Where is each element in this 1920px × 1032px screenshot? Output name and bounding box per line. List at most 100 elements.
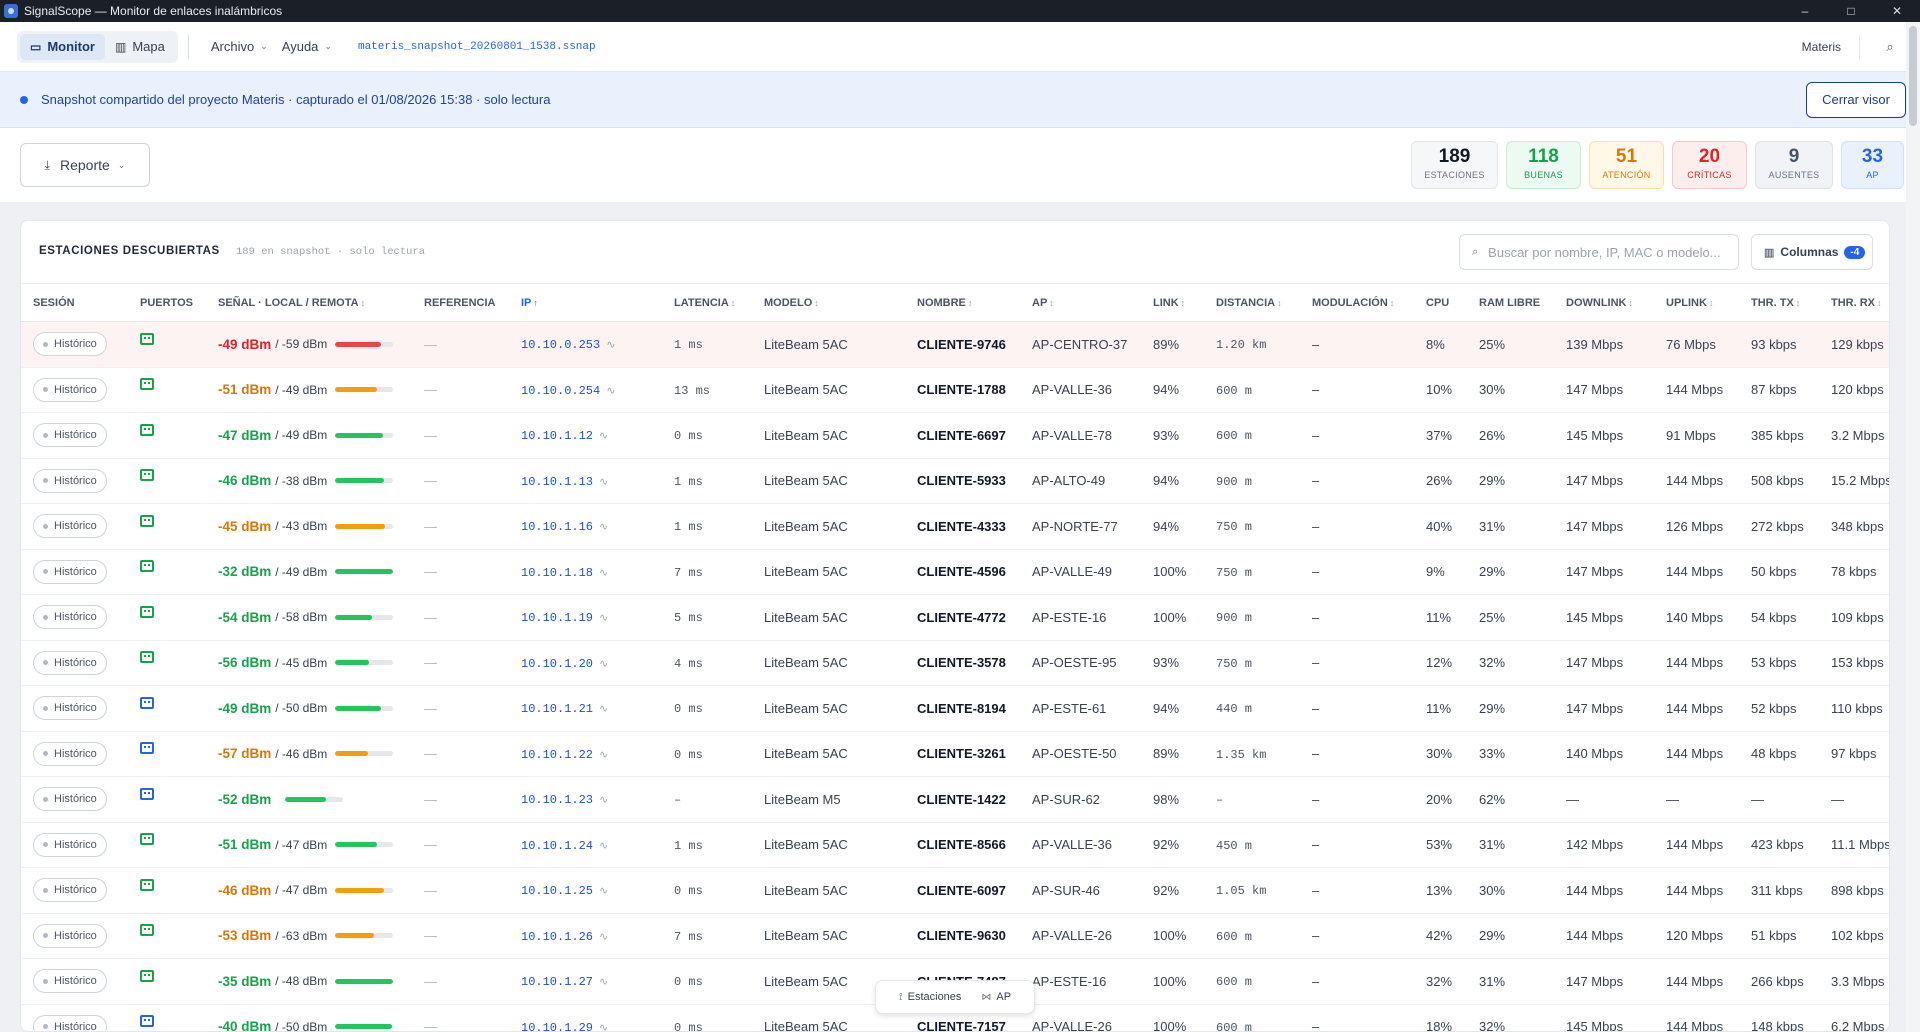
column-header[interactable]: DOWNLINK ↕ [1554, 283, 1654, 322]
history-button[interactable]: Histórico [33, 923, 107, 948]
user-name[interactable]: Materis [1784, 35, 1860, 59]
column-header[interactable]: THR. RX ↕ [1819, 283, 1889, 322]
ethernet-port-icon[interactable] [140, 696, 154, 709]
stat-stations[interactable]: 189 ESTACIONES [1411, 141, 1498, 189]
column-header[interactable]: LINK ↕ [1141, 283, 1204, 322]
stat-absent[interactable]: 9 AUSENTES [1755, 141, 1833, 189]
stat-critical[interactable]: 20 CRÍTICAS [1672, 141, 1747, 189]
column-header[interactable]: AP ↕ [1020, 283, 1141, 322]
ethernet-port-icon[interactable] [140, 833, 154, 846]
history-button[interactable]: Histórico [33, 605, 107, 630]
activity-icon[interactable]: ∿ [599, 566, 608, 579]
column-header[interactable]: LATENCIA ↕ [662, 283, 752, 322]
history-button[interactable]: Histórico [33, 514, 107, 539]
history-button[interactable]: Histórico [33, 377, 107, 402]
ethernet-port-icon[interactable] [140, 560, 154, 573]
activity-icon[interactable]: ∿ [599, 611, 608, 624]
history-button[interactable]: Histórico [33, 559, 107, 584]
column-header[interactable]: MODELO ↕ [752, 283, 905, 322]
history-button[interactable]: Histórico [33, 332, 107, 357]
ethernet-port-icon[interactable] [140, 514, 154, 527]
history-button[interactable]: Histórico [33, 650, 107, 675]
activity-icon[interactable]: ∿ [606, 338, 615, 351]
ethernet-port-icon[interactable] [140, 332, 154, 345]
station-search-input[interactable]: ⌕ Buscar por nombre, IP, MAC o modelo... [1459, 234, 1739, 270]
table-row[interactable]: Histórico -49 dBm / -59 dBm — 10.10.0.253 ∿ 1 … [21, 321, 1889, 368]
ethernet-port-icon[interactable] [140, 605, 154, 618]
table-row[interactable]: Histórico -46 dBm / -38 dBm — 10.10.1.13 ∿ 1 m… [21, 458, 1889, 504]
stat-ap[interactable]: 33 AP [1841, 141, 1904, 189]
activity-icon[interactable]: ∿ [599, 748, 608, 761]
column-header[interactable]: CPU [1414, 283, 1467, 322]
ethernet-port-icon[interactable] [140, 878, 154, 891]
map-view-button[interactable]: ▥ Mapa [105, 34, 175, 60]
activity-icon[interactable]: ∿ [599, 520, 608, 533]
activity-icon[interactable]: ∿ [599, 657, 608, 670]
history-button[interactable]: Histórico [33, 423, 107, 448]
close-icon[interactable]: ✕ [1874, 0, 1920, 22]
ethernet-port-icon[interactable] [140, 787, 154, 800]
minimize-icon[interactable]: – [1782, 0, 1828, 22]
column-header[interactable]: REFERENCIA [412, 283, 509, 322]
activity-icon[interactable]: ∿ [599, 1021, 608, 1031]
column-header[interactable]: SESIÓN [21, 283, 128, 322]
activity-icon[interactable]: ∿ [599, 475, 608, 488]
activity-icon[interactable]: ∿ [599, 702, 608, 715]
window-scrollbar[interactable] [1906, 22, 1920, 1032]
ethernet-port-icon[interactable] [140, 742, 154, 755]
column-header[interactable]: IP ↑ [509, 283, 662, 322]
history-button[interactable]: Histórico [33, 832, 107, 857]
history-button[interactable]: Histórico [33, 878, 107, 903]
stations-nav-button[interactable]: ⟟ Estaciones [899, 991, 962, 1003]
table-row[interactable]: Histórico -51 dBm / -49 dBm — 10.10.0.254 ∿ 13… [21, 367, 1889, 413]
help-menu[interactable]: Ayuda ⌄ [282, 39, 332, 54]
table-row[interactable]: Histórico -32 dBm / -49 dBm — 10.10.1.18 ∿ 7 m… [21, 549, 1889, 595]
table-row[interactable]: Histórico -51 dBm / -47 dBm — 10.10.1.24 ∿ 1 m… [21, 822, 1889, 868]
table-row[interactable]: Histórico -45 dBm / -43 dBm — 10.10.1.16 ∿ 1 m… [21, 503, 1889, 550]
column-header[interactable]: MODULACIÓN ↕ [1300, 283, 1414, 322]
activity-icon[interactable]: ∿ [599, 793, 608, 806]
close-viewer-button[interactable]: Cerrar visor [1806, 82, 1906, 118]
history-button[interactable]: Histórico [33, 969, 107, 994]
history-button[interactable]: Histórico [33, 468, 107, 493]
column-header[interactable]: DISTANCIA ↕ [1204, 283, 1300, 322]
table-row[interactable]: Histórico -47 dBm / -49 dBm — 10.10.1.12 ∿ 0 m… [21, 412, 1889, 459]
stat-attention[interactable]: 51 ATENCIÓN [1589, 141, 1664, 189]
history-button[interactable]: Histórico [33, 787, 107, 812]
column-header[interactable]: THR. TX ↕ [1739, 283, 1819, 322]
table-row[interactable]: Histórico -49 dBm / -50 dBm — 10.10.1.21 ∿ 0 m… [21, 685, 1889, 732]
ap-nav-button[interactable]: ⋈ AP [981, 991, 1011, 1003]
table-row[interactable]: Histórico -54 dBm / -58 dBm — 10.10.1.19 ∿ 5 m… [21, 594, 1889, 641]
monitor-view-button[interactable]: ▭ Monitor [20, 33, 105, 60]
ethernet-port-icon[interactable] [140, 924, 154, 937]
activity-icon[interactable]: ∿ [599, 884, 608, 897]
stat-good[interactable]: 118 BUENAS [1506, 141, 1581, 189]
history-button[interactable]: Histórico [33, 696, 107, 721]
column-header[interactable]: RAM LIBRE [1467, 283, 1554, 322]
ethernet-port-icon[interactable] [140, 469, 154, 482]
table-row[interactable]: Histórico -46 dBm / -47 dBm — 10.10.1.25 ∿ 0 m… [21, 867, 1889, 914]
report-button[interactable]: ⤓ Reporte ⌄ [20, 143, 150, 187]
ethernet-port-icon[interactable] [140, 423, 154, 436]
ethernet-port-icon[interactable] [140, 651, 154, 664]
history-button[interactable]: Histórico [33, 1014, 107, 1031]
columns-button[interactable]: ▥ Columnas -4 [1751, 234, 1873, 270]
maximize-icon[interactable]: □ [1828, 0, 1874, 22]
column-header[interactable]: SEÑAL · LOCAL / REMOTA ↕ [206, 283, 412, 322]
activity-icon[interactable]: ∿ [599, 930, 608, 943]
ethernet-port-icon[interactable] [140, 969, 154, 982]
activity-icon[interactable]: ∿ [599, 839, 608, 852]
scrollbar-thumb[interactable] [1909, 26, 1917, 126]
activity-icon[interactable]: ∿ [599, 975, 608, 988]
table-row[interactable]: Histórico -53 dBm / -63 dBm — 10.10.1.26 ∿ 7 m… [21, 913, 1889, 959]
table-row[interactable]: Histórico -56 dBm / -45 dBm — 10.10.1.20 ∿ 4 m… [21, 640, 1889, 686]
ethernet-port-icon[interactable] [140, 1015, 154, 1028]
table-row[interactable]: Histórico -52 dBm — 10.10.1.23 ∿ – LiteBeam M5… [21, 776, 1889, 823]
column-header[interactable]: NOMBRE ↕ [905, 283, 1020, 322]
column-header[interactable]: UPLINK ↕ [1654, 283, 1739, 322]
file-menu[interactable]: Archivo ⌄ [211, 39, 268, 54]
column-header[interactable]: PUERTOS [128, 283, 206, 322]
table-row[interactable]: Histórico -57 dBm / -46 dBm — 10.10.1.22 ∿ 0 m… [21, 731, 1889, 777]
history-button[interactable]: Histórico [33, 741, 107, 766]
ethernet-port-icon[interactable] [140, 378, 154, 391]
